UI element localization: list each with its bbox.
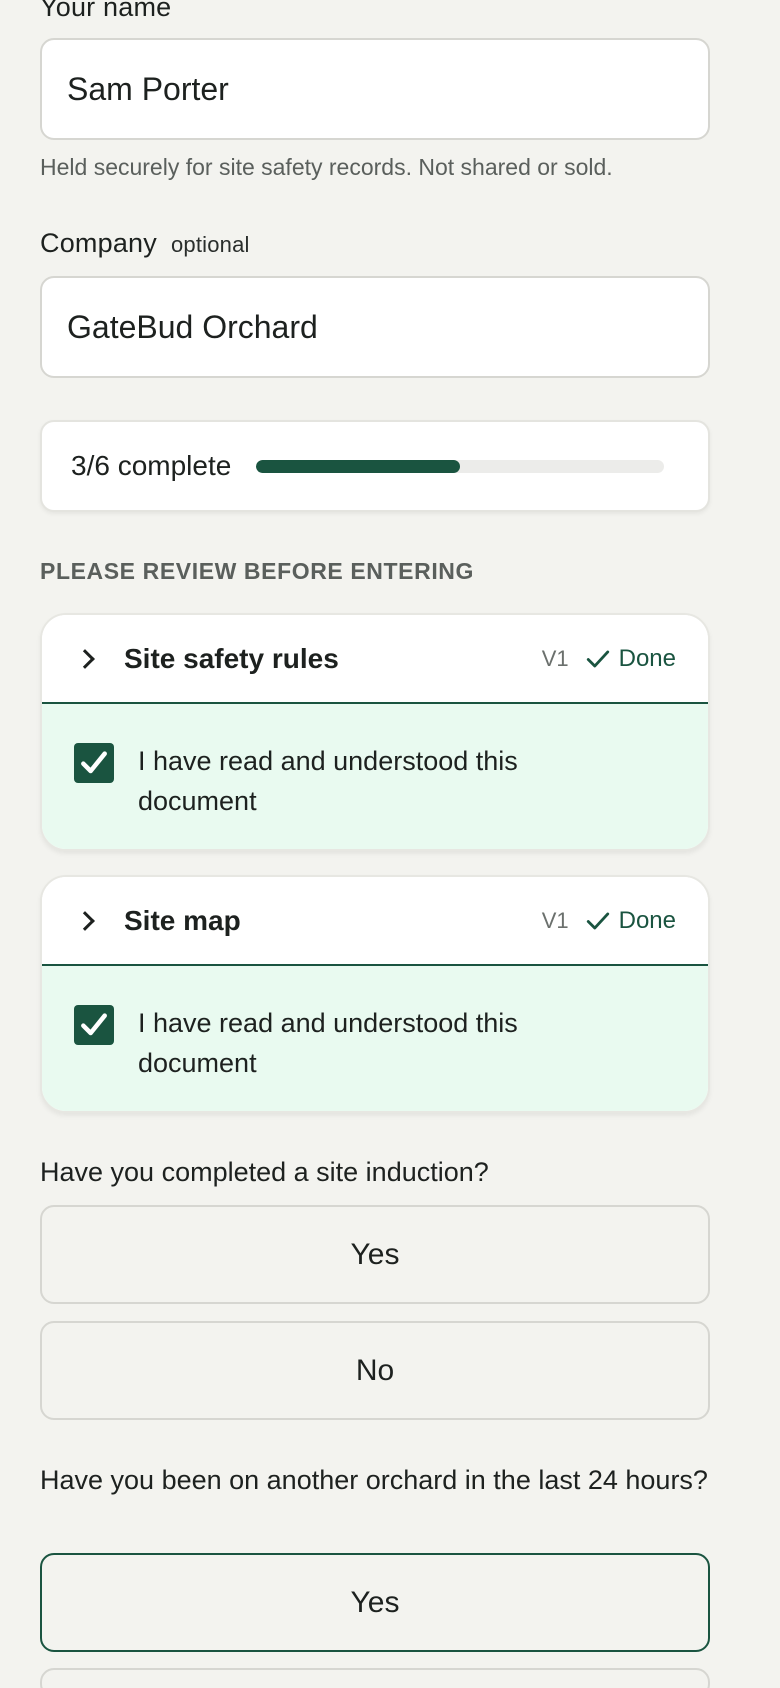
progress-card: 3/6 complete <box>40 420 710 512</box>
company-input-value: GateBud Orchard <box>67 308 318 345</box>
acknowledgement-checkbox[interactable] <box>74 743 114 783</box>
document-card-site-map: Site map V1 Done I have read and underst… <box>40 875 710 1113</box>
review-section-heading: PLEASE REVIEW BEFORE ENTERING <box>40 558 475 584</box>
document-header[interactable]: Site safety rules V1 Done <box>42 615 708 704</box>
acknowledgement-row: I have read and understood this document <box>42 704 708 849</box>
name-help-text: Held securely for site safety records. N… <box>40 154 613 180</box>
acknowledgement-row: I have read and understood this document <box>42 966 708 1111</box>
document-version: V1 <box>541 907 569 933</box>
acknowledgement-checkbox[interactable] <box>74 1005 114 1045</box>
document-card-safety-rules: Site safety rules V1 Done I have read an… <box>40 613 710 851</box>
document-status: Done <box>585 645 676 673</box>
checkbox-checked-icon <box>81 1013 107 1036</box>
option-yes-button[interactable]: Yes <box>40 1205 710 1304</box>
optional-tag: optional <box>170 232 250 257</box>
document-status: Done <box>585 907 676 935</box>
question-other-orchard: Have you been on another orchard in the … <box>40 1465 708 1495</box>
option-no-button[interactable]: No <box>40 1321 710 1420</box>
document-header[interactable]: Site map V1 Done <box>42 877 708 966</box>
progress-text: 3/6 complete <box>71 450 232 481</box>
visitor-sign-in-form: Your name Sam Porter Held securely for s… <box>0 0 780 1688</box>
name-input-value: Sam Porter <box>67 70 229 107</box>
option-yes-button[interactable]: Yes <box>40 1553 710 1652</box>
document-version: V1 <box>541 645 569 671</box>
company-label: Company optional <box>40 228 250 259</box>
question-site-induction: Have you completed a site induction? <box>40 1157 489 1187</box>
checkbox-checked-icon <box>81 751 107 774</box>
name-label: Your name <box>40 0 172 22</box>
company-input[interactable]: GateBud Orchard <box>40 276 710 378</box>
progress-bar <box>256 459 665 473</box>
check-icon <box>586 650 609 667</box>
chevron-right-icon <box>75 910 95 931</box>
document-title: Site safety rules <box>124 642 339 674</box>
document-status-label: Done <box>618 644 676 672</box>
progress-bar-fill <box>256 459 461 473</box>
check-icon <box>586 912 609 929</box>
option-next-button-partial[interactable] <box>40 1668 710 1688</box>
name-input[interactable]: Sam Porter <box>40 38 710 140</box>
company-label-text: Company <box>40 228 157 258</box>
document-title: Site map <box>124 904 241 936</box>
document-status-label: Done <box>618 906 676 934</box>
chevron-right-icon <box>75 648 95 669</box>
acknowledgement-label[interactable]: I have read and understood this document <box>138 1003 568 1083</box>
acknowledgement-label[interactable]: I have read and understood this document <box>138 741 568 821</box>
